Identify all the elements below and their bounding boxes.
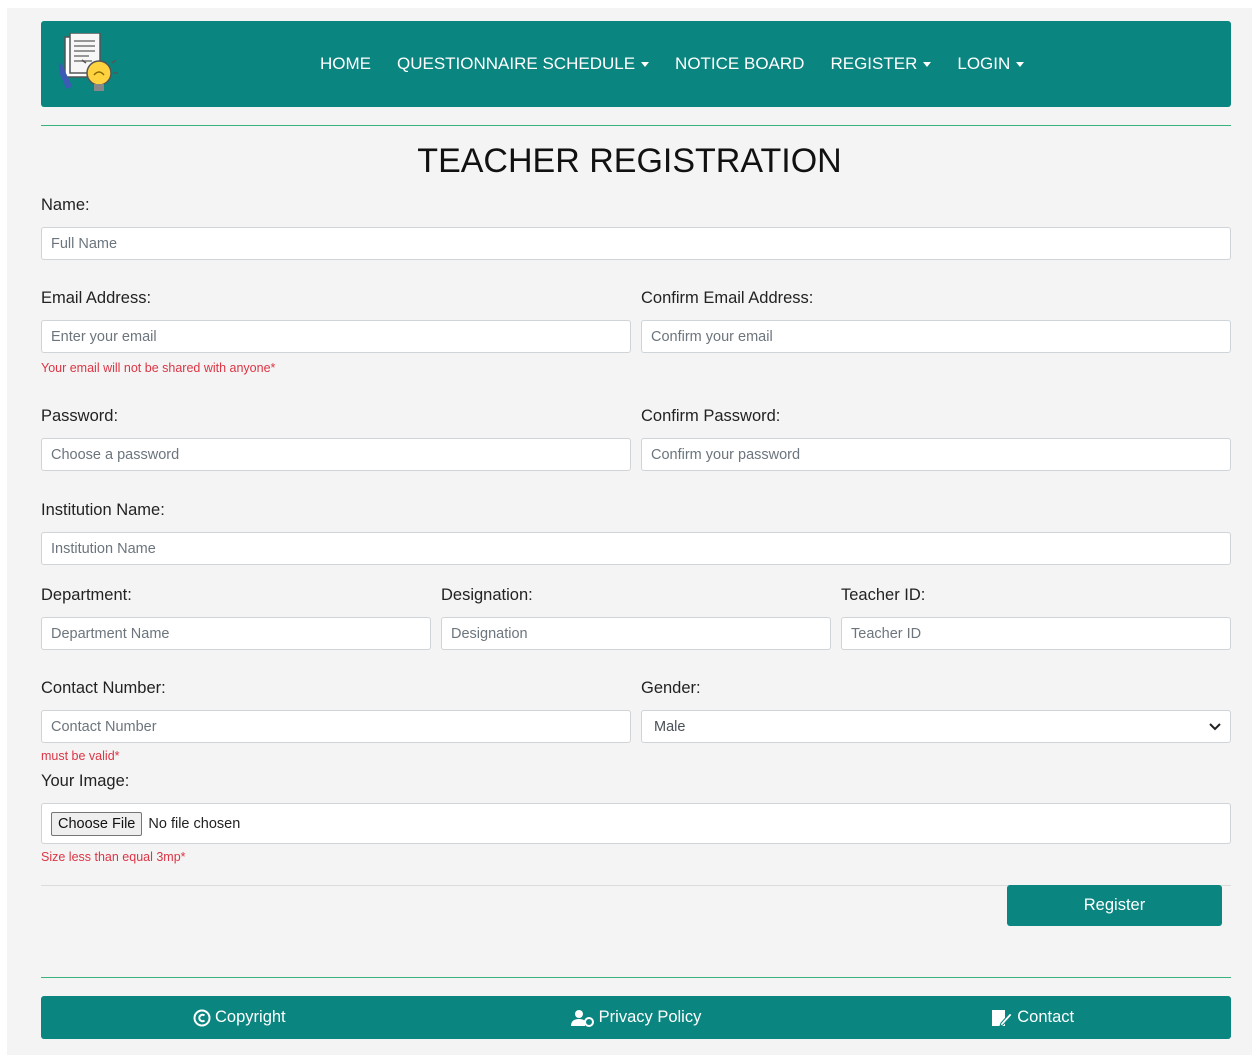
header-divider	[41, 125, 1231, 126]
nav-menu: HOME QUESTIONNAIRE SCHEDULE NOTICE BOARD RE…	[320, 21, 1050, 107]
footer-divider	[41, 977, 1231, 978]
email-input[interactable]	[41, 320, 631, 353]
nav-item-login[interactable]: LOGIN	[957, 54, 1025, 74]
department-label: Department:	[41, 586, 132, 604]
confirm-email-input[interactable]	[641, 320, 1231, 353]
teacher-id-label: Teacher ID:	[841, 586, 926, 604]
nav-item-register[interactable]: REGISTER	[830, 54, 932, 74]
image-file-input[interactable]: Choose File No file chosen	[41, 803, 1231, 844]
nav-item-questionnaire-schedule[interactable]: QUESTIONNAIRE SCHEDULE	[397, 54, 650, 74]
privacy-label: Privacy Policy	[598, 1008, 702, 1026]
confirm-password-label: Confirm Password:	[641, 407, 781, 425]
nav-item-home[interactable]: HOME	[320, 54, 371, 74]
top-navbar: HOME QUESTIONNAIRE SCHEDULE NOTICE BOARD RE…	[41, 21, 1231, 107]
password-label: Password:	[41, 407, 119, 425]
footer-privacy-link[interactable]: Privacy Policy	[438, 1008, 835, 1027]
contact-hint: must be valid*	[41, 749, 120, 763]
nav-item-label: REGISTER	[830, 54, 918, 73]
teacher-id-input[interactable]	[841, 617, 1231, 650]
department-input[interactable]	[41, 617, 431, 650]
institution-input[interactable]	[41, 532, 1231, 565]
contact-label: Contact Number:	[41, 679, 166, 697]
choose-file-button[interactable]: Choose File	[51, 811, 143, 836]
nav-item-label: HOME	[320, 54, 371, 73]
copyright-icon	[193, 1009, 211, 1026]
designation-input[interactable]	[441, 617, 831, 650]
email-label: Email Address:	[41, 289, 152, 307]
name-label: Name:	[41, 196, 90, 214]
password-input[interactable]	[41, 438, 631, 471]
footer-bar: Copyright Privacy Policy Contact	[41, 996, 1231, 1039]
contact-number-input[interactable]	[41, 710, 631, 743]
confirm-email-label: Confirm Email Address:	[641, 289, 814, 307]
caret-down-icon	[1016, 61, 1025, 67]
image-size-hint: Size less than equal 3mp*	[41, 850, 186, 864]
designation-label: Designation:	[441, 586, 533, 604]
confirm-password-input[interactable]	[641, 438, 1231, 471]
gender-select[interactable]: Male	[641, 710, 1231, 743]
nav-item-label: LOGIN	[957, 54, 1011, 73]
file-status-text: No file chosen	[148, 815, 241, 832]
nav-item-label: NOTICE BOARD	[675, 54, 805, 73]
full-name-input[interactable]	[41, 227, 1231, 260]
gender-selected-value: Male	[654, 718, 686, 735]
nav-item-notice-board[interactable]: NOTICE BOARD	[675, 54, 804, 74]
chevron-down-icon	[1209, 723, 1221, 731]
document-lightbulb-icon[interactable]	[55, 32, 119, 95]
footer-contact-link[interactable]: Contact	[834, 1008, 1231, 1027]
footer-copyright-link[interactable]: Copyright	[41, 1008, 438, 1027]
caret-down-icon	[923, 61, 932, 67]
user-shield-icon	[570, 1009, 594, 1027]
institution-label: Institution Name:	[41, 501, 165, 519]
contact-label: Contact	[1017, 1008, 1075, 1026]
page-title: TEACHER REGISTRATION	[417, 142, 842, 180]
gender-label: Gender:	[641, 679, 701, 697]
email-hint: Your email will not be shared with anyon…	[41, 361, 276, 375]
register-button[interactable]: Register	[1007, 885, 1222, 926]
edit-document-icon	[992, 1009, 1013, 1027]
copyright-label: Copyright	[215, 1008, 286, 1026]
nav-item-label: QUESTIONNAIRE SCHEDULE	[397, 54, 636, 73]
caret-down-icon	[641, 61, 650, 67]
image-label: Your Image:	[41, 772, 130, 790]
